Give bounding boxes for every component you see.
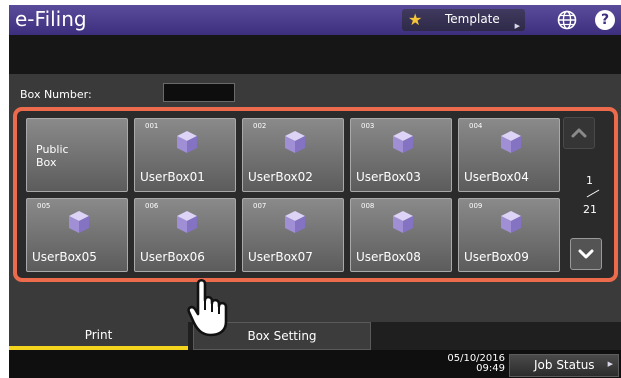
box-number: 003: [361, 122, 375, 130]
box-number-field[interactable]: [163, 83, 235, 102]
userbox-button[interactable]: 007 UserBox07: [242, 198, 344, 272]
box-label: UserBox06: [140, 250, 205, 264]
box-label: UserBox03: [356, 170, 421, 184]
star-icon: ★: [408, 10, 423, 29]
job-status-label: Job Status: [534, 358, 595, 372]
box-cube-icon: [285, 131, 305, 153]
page-total: 21: [583, 203, 597, 216]
box-label: UserBox04: [464, 170, 529, 184]
userbox-button[interactable]: 006 UserBox06: [134, 198, 236, 272]
box-label: UserBox07: [248, 250, 313, 264]
box-number: 006: [145, 202, 159, 210]
box-cube-icon: [501, 131, 521, 153]
e-filing-screen: e-Filing ★ Template ▶ ? Box Number: Publ…: [0, 0, 621, 378]
page-down-button[interactable]: [570, 238, 602, 270]
box-label: UserBox01: [140, 170, 205, 184]
box-label: UserBox08: [356, 250, 421, 264]
userbox-button[interactable]: 003 UserBox03: [350, 118, 452, 192]
public-box-button[interactable]: Public Box: [26, 118, 128, 192]
arrow-right-icon: ▶: [607, 360, 613, 368]
userbox-button[interactable]: 005 UserBox05: [26, 198, 128, 272]
userbox-button[interactable]: 009 UserBox09: [458, 198, 560, 272]
userbox-button[interactable]: 002 UserBox02: [242, 118, 344, 192]
chevron-down-icon: [578, 249, 594, 259]
page-current: 1: [586, 174, 593, 187]
box-cube-icon: [501, 211, 521, 233]
box-number: 001: [145, 122, 159, 130]
template-label: Template: [445, 12, 500, 26]
userbox-button[interactable]: 004 UserBox04: [458, 118, 560, 192]
box-number: 007: [253, 202, 267, 210]
box-number-label: Box Number:: [20, 88, 92, 101]
box-label: UserBox09: [464, 250, 529, 264]
box-cube-icon: [393, 131, 413, 153]
box-cube-icon: [69, 211, 89, 233]
public-box-label: Public Box: [36, 143, 69, 169]
help-icon[interactable]: ?: [595, 10, 615, 30]
app-title: e-Filing: [15, 7, 87, 31]
box-number: 009: [469, 202, 483, 210]
box-cube-icon: [285, 211, 305, 233]
box-cube-icon: [177, 131, 197, 153]
box-number: 008: [361, 202, 375, 210]
arrow-right-icon: ▶: [514, 22, 520, 30]
pointing-hand-icon: [187, 278, 228, 337]
page-up-button[interactable]: [563, 117, 595, 149]
box-cube-icon: [177, 211, 197, 233]
box-number: 002: [253, 122, 267, 130]
box-label: UserBox02: [248, 170, 313, 184]
tab-print[interactable]: Print: [9, 322, 188, 350]
time: 09:49: [476, 363, 505, 374]
template-button[interactable]: ★ Template ▶: [402, 9, 525, 31]
box-cube-icon: [393, 211, 413, 233]
top-strip: [9, 35, 621, 74]
job-status-button[interactable]: Job Status ▶: [509, 354, 619, 377]
title-bar: e-Filing ★ Template ▶ ?: [9, 5, 621, 35]
globe-icon[interactable]: [557, 10, 577, 30]
userbox-button[interactable]: 008 UserBox08: [350, 198, 452, 272]
userbox-button[interactable]: 001 UserBox01: [134, 118, 236, 192]
box-number: 005: [37, 202, 51, 210]
date-time: 05/10/2016 09:49: [442, 354, 505, 374]
box-number: 004: [469, 122, 483, 130]
chevron-up-icon: [571, 128, 587, 138]
box-label: UserBox05: [32, 250, 97, 264]
